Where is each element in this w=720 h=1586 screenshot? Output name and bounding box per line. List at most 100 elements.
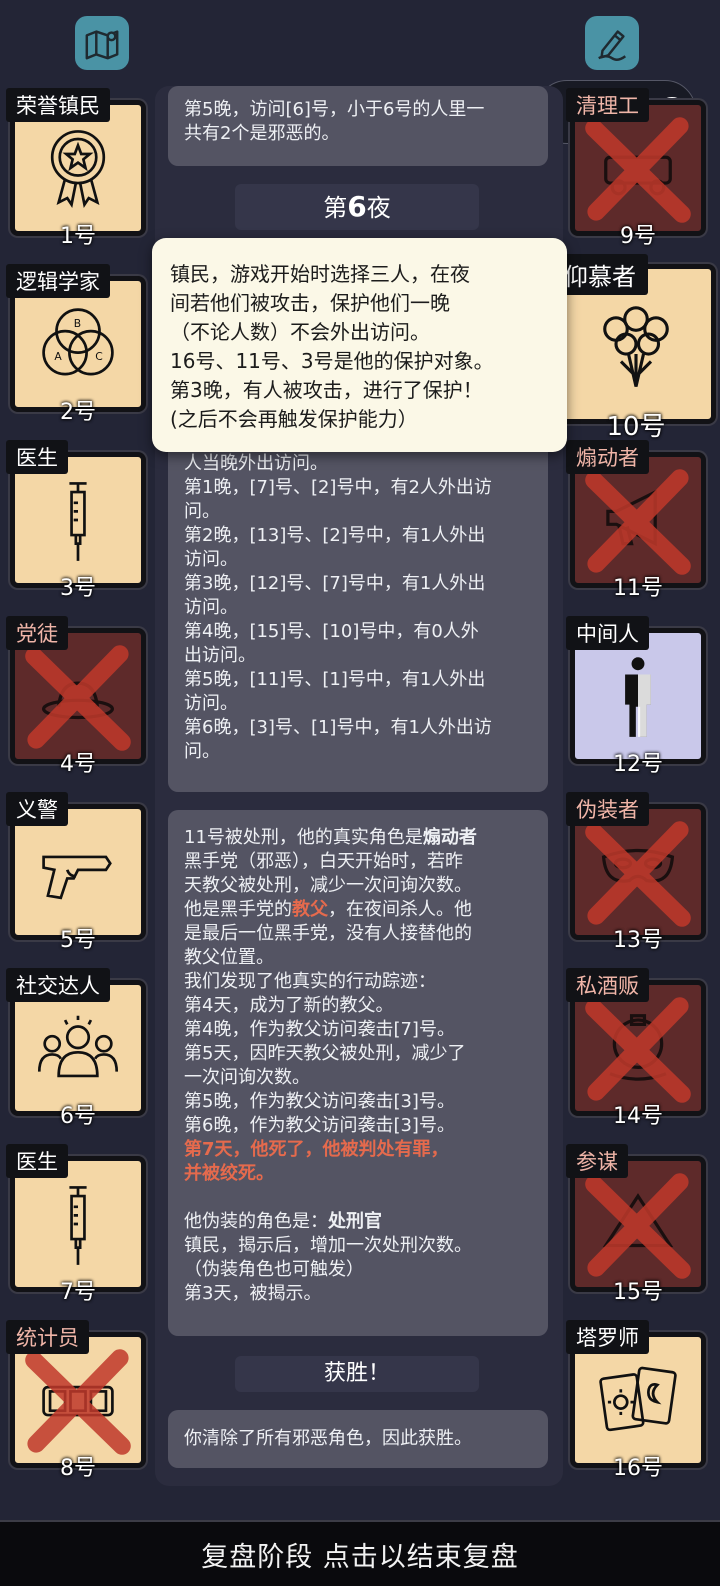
log-line: 共有2个是邪恶的。 [184,123,340,144]
dead-cross-icon [25,1349,131,1455]
card-seat-number: 15号 [613,1280,663,1305]
log-line: 人当晚外出访问。 [184,453,328,474]
tooltip-line: （不论人数）不会外出访问。 [170,320,430,344]
player-card-5[interactable]: 义警 5号 [6,792,146,953]
dead-cross-icon [585,117,691,223]
svg-text:B: B [74,317,81,330]
win-text: 你清除了所有邪恶角色，因此获胜。 [184,1428,472,1449]
night-suffix: 夜 [366,194,391,222]
end-review-button[interactable]: 复盘阶段 点击以结束复盘 [0,1520,720,1586]
dead-cross-icon [25,645,131,751]
log-line: 第5晚，访问[6]号，小于6号的人里一 [184,99,485,120]
map-button[interactable] [75,16,129,70]
card-role-label: 清理工 [566,88,649,122]
venn-icon: B A C [15,289,141,399]
card-seat-number: 16号 [613,1456,663,1481]
log-line: 第6晚，[3]号、[1]号中，有1人外出访 [184,717,492,738]
role-name: 处刑官 [328,1211,382,1232]
log-line: 镇民，揭示后，增加一次处刑次数。 [184,1235,472,1256]
tooltip-line: 16号、11号、3号是他的保护对象。 [170,349,494,373]
player-card-15[interactable]: 参谋 15号 [566,1144,706,1305]
card-seat-number: 13号 [613,928,663,953]
player-card-11[interactable]: 煽动者 11号 [566,440,706,601]
log-panel-visits: 人当晚外出访问。 第1晚，[7]号、[2]号中，有2人外出访 问。 第2晚，[1… [168,430,548,792]
card-role-label: 中间人 [566,616,649,650]
log-line: 问。 [184,501,220,522]
log-line: 第4天，成为了新的教父。 [184,995,394,1016]
tarot-icon [575,1345,701,1455]
card-role-label: 荣誉镇民 [6,88,110,122]
card-seat-number: 4号 [60,752,96,777]
card-seat-number: 8号 [60,1456,96,1481]
log-text: 他是黑手党的 [184,899,292,920]
player-card-3[interactable]: 医生 3号 [6,440,146,601]
log-line: 第1晚，[7]号、[2]号中，有2人外出访 [184,477,492,498]
card-seat-number: 1号 [60,224,96,249]
log-text: 11号被处刑，他的真实角色是 [184,827,423,848]
log-line: 他伪装的角色是：处刑官 [184,1210,532,1234]
player-card-14[interactable]: 私酒贩 14号 [566,968,706,1129]
dead-cross-icon [585,469,691,575]
card-seat-number: 2号 [60,400,96,425]
card-role-label: 参谋 [566,1144,628,1178]
player-card-13[interactable]: 伪装者 13号 [566,792,706,953]
log-panel-win: 你清除了所有邪恶角色，因此获胜。 [168,1410,548,1468]
log-line: 第5晚，[11]号、[1]号中，有1人外出 [184,669,486,690]
log-line: 天教父被处刑，减少一次问询次数。 [184,875,472,896]
card-seat-number: 12号 [613,752,663,777]
player-card-10[interactable]: 仰慕者 10号 [552,254,716,442]
tooltip-line: (之后不会再触发保护能力） [170,407,418,431]
player-card-6[interactable]: 社交达人 6号 [6,968,146,1129]
dead-cross-icon [585,997,691,1103]
syringe-icon [15,465,141,575]
card-role-label: 伪装者 [566,792,649,826]
player-card-7[interactable]: 医生 7号 [6,1144,146,1305]
player-card-2[interactable]: B A C 逻辑学家 2号 [6,264,146,425]
log-line: 访问。 [184,597,238,618]
log-line: 第4晚，[15]号、[10]号中，有0人外 [184,621,479,642]
tooltip-line: 间若他们被攻击，保护他们一晚 [170,291,450,315]
card-role-label: 义警 [6,792,68,826]
person-icon [575,641,701,751]
dead-cross-icon [585,821,691,927]
log-line: 第5天，因昨天教父被处刑，减少了 [184,1043,466,1064]
card-role-label: 塔罗师 [566,1320,649,1354]
log-line: （伪装角色也可触发） [184,1259,364,1280]
card-seat-number: 7号 [60,1280,96,1305]
log-text: ，在夜间杀人。他 [328,899,472,920]
card-role-label: 党徒 [6,616,68,650]
player-card-8[interactable]: 统计员 8号 [6,1320,146,1481]
medal-icon [15,113,141,223]
player-card-12[interactable]: 中间人 12号 [566,616,706,777]
player-card-4[interactable]: 党徒 4号 [6,616,146,777]
player-card-1[interactable]: 荣誉镇民 1号 [6,88,146,249]
notes-button[interactable] [585,16,639,70]
log-line: 访问。 [184,693,238,714]
svg-text:A: A [54,350,62,363]
player-card-16[interactable]: 塔罗师 16号 [566,1320,706,1481]
card-role-label: 煽动者 [566,440,649,474]
log-line: 第3天，被揭示。 [184,1283,322,1304]
night-prefix: 第 [323,194,348,222]
log-line: 11号被处刑，他的真实角色是煽动者 [184,826,532,850]
log-line: 是最后一位黑手党，没有人接替他的 [184,923,472,944]
log-line: 访问。 [184,549,238,570]
night-banner: 第6夜 [235,184,479,230]
role-tooltip[interactable]: 镇民，游戏开始时选择三人，在夜 间若他们被攻击，保护他们一晚 （不论人数）不会外… [152,238,567,452]
tooltip-line: 镇民，游戏开始时选择三人，在夜 [170,262,470,286]
svg-text:C: C [95,350,103,363]
player-card-9[interactable]: 清理工 9号 [566,88,706,249]
syringe-icon [15,1169,141,1279]
pen-icon [598,30,627,61]
card-seat-number: 9号 [620,224,656,249]
log-line: 第6晚，作为教父访问袭击[3]号。 [184,1115,455,1136]
log-line: 第2晚，[13]号、[2]号中，有1人外出 [184,525,486,546]
dead-cross-icon [585,1173,691,1279]
card-role-label: 逻辑学家 [6,264,110,298]
card-seat-number: 14号 [613,1104,663,1129]
card-seat-number: 10号 [606,412,666,442]
people-icon [15,993,141,1103]
log-line: 第3晚，[12]号、[7]号中，有1人外出 [184,573,486,594]
log-panel-previous: 第5晚，访问[6]号，小于6号的人里一 共有2个是邪恶的。 [168,86,548,166]
